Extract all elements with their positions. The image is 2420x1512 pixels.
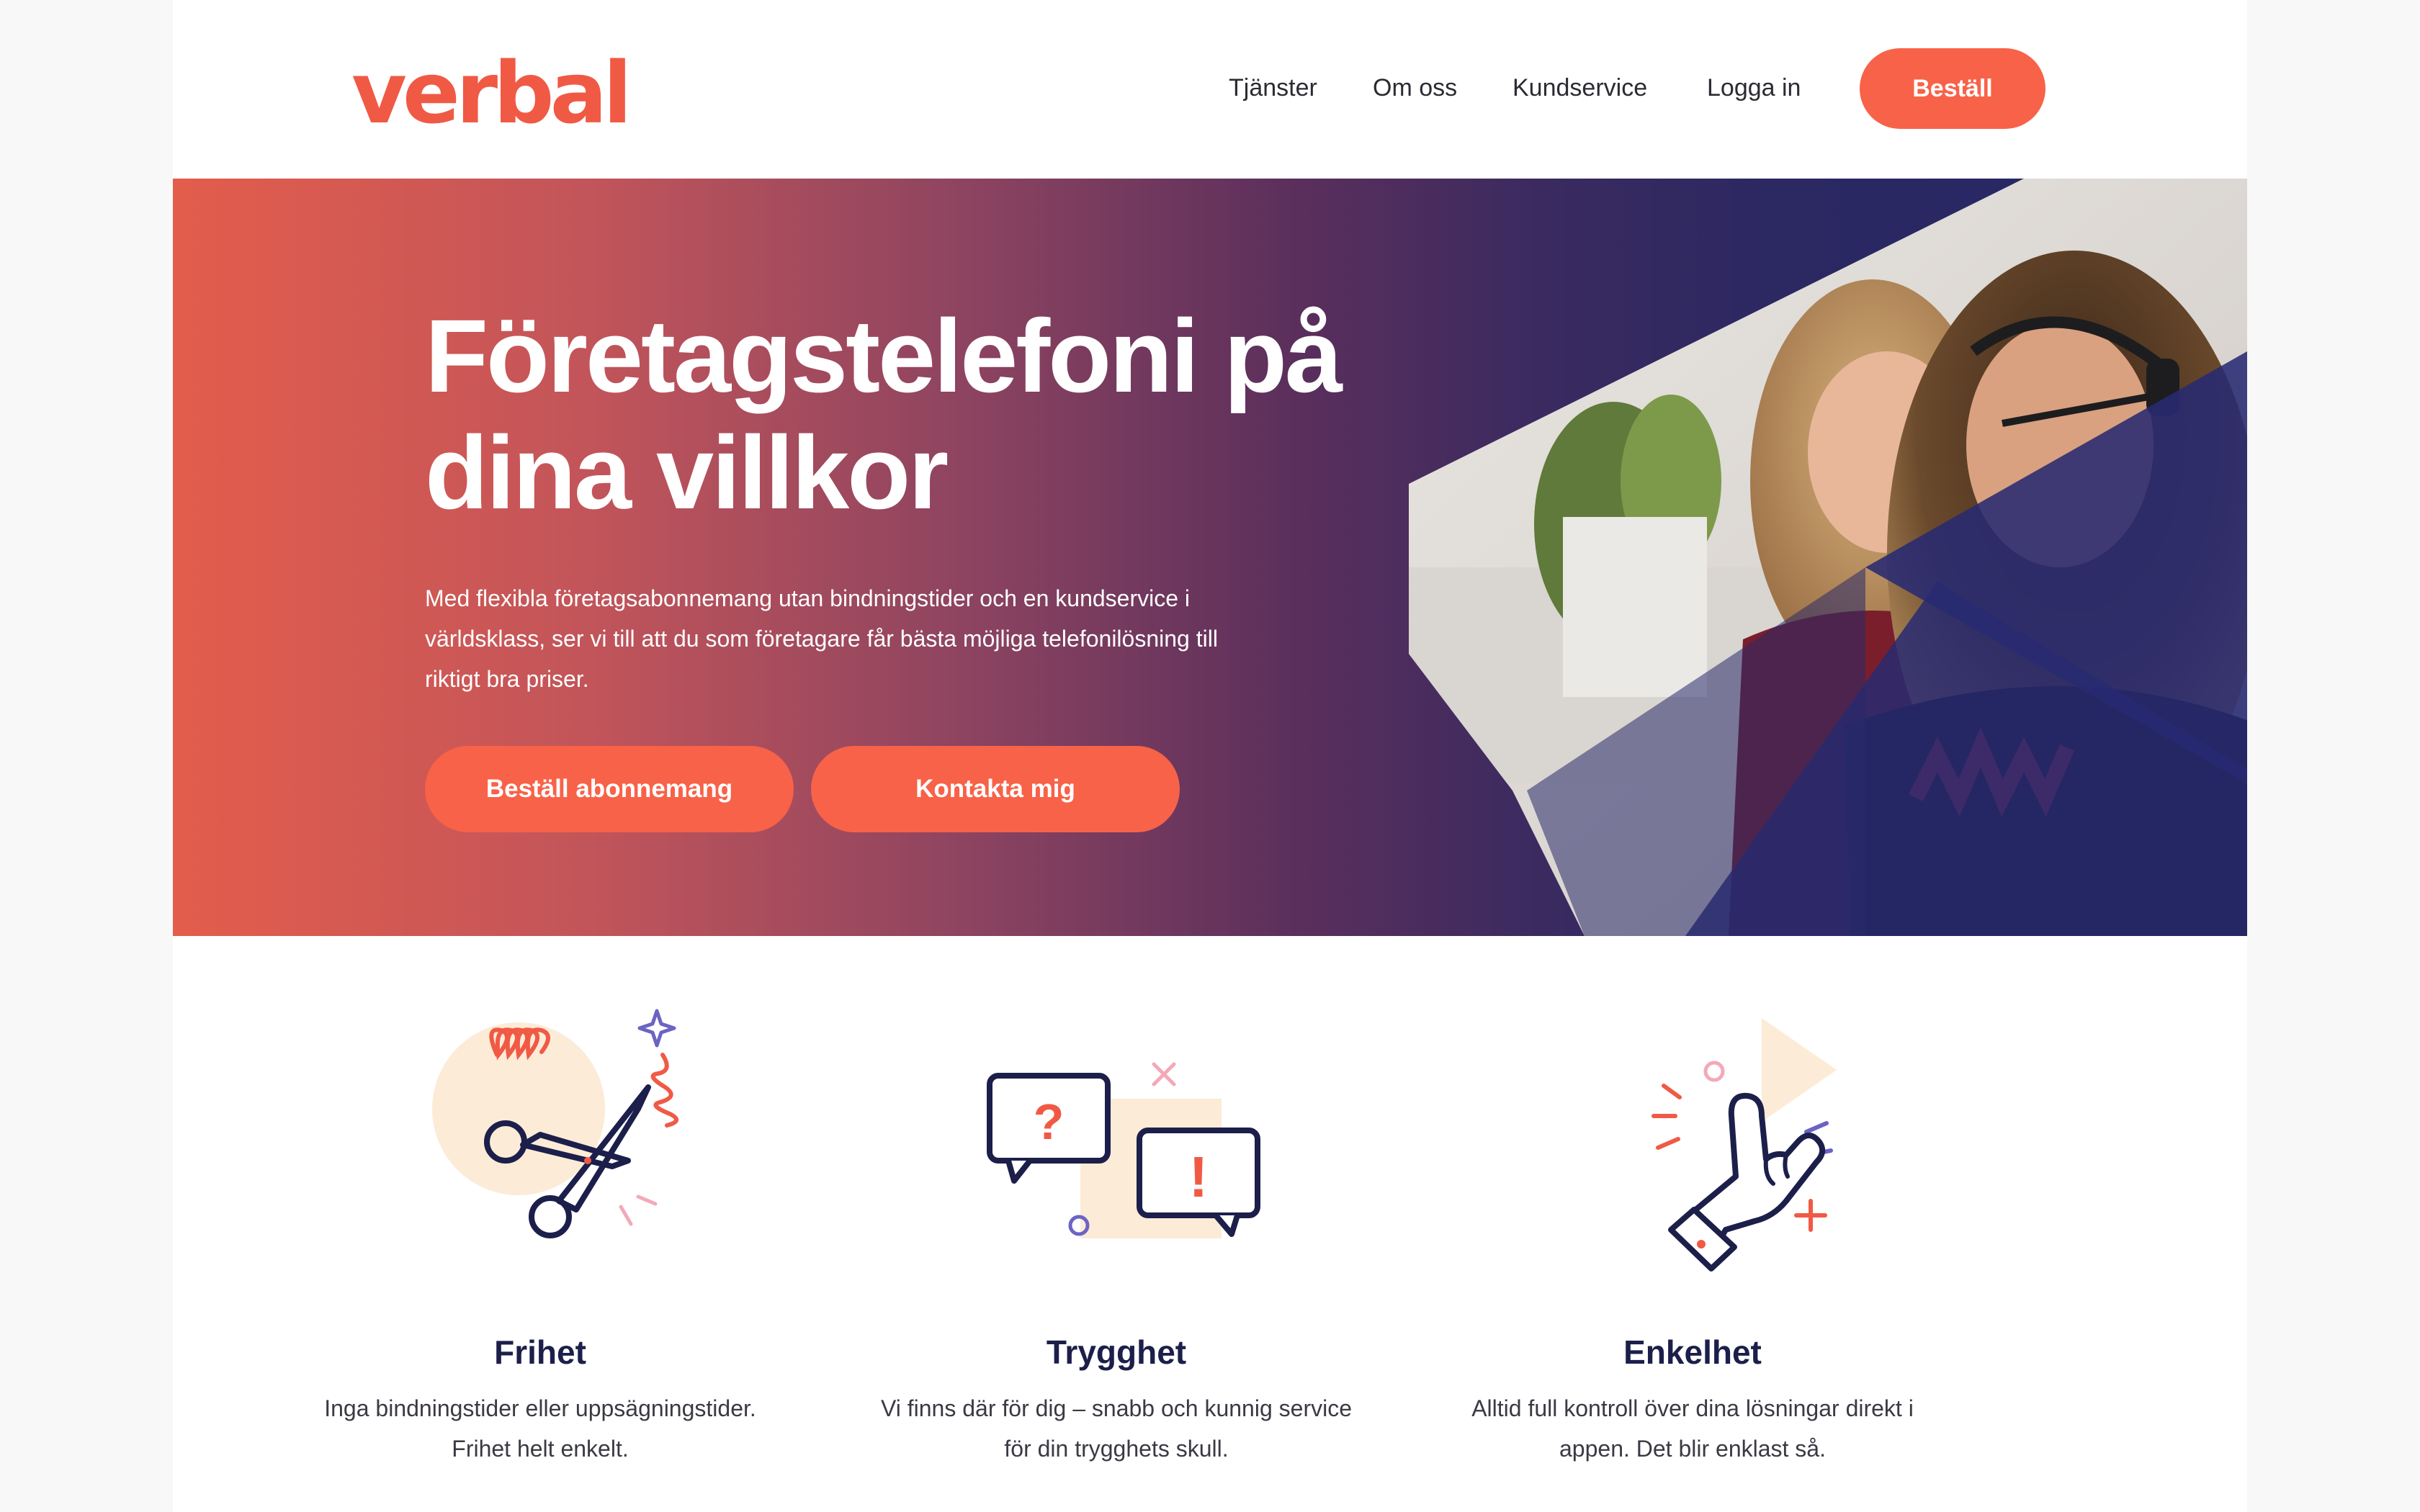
nav-link-tjanster[interactable]: Tjänster xyxy=(1229,69,1317,107)
feature-text-frihet-line-2: Frihet helt enkelt. xyxy=(452,1436,629,1462)
order-subscription-button[interactable]: Beställ abonnemang xyxy=(425,746,794,832)
feature-title-frihet: Frihet xyxy=(494,1333,586,1371)
hero-description: Med flexibla företagsabonnemang utan bin… xyxy=(425,578,1325,699)
svg-text:?: ? xyxy=(1034,1094,1065,1150)
feature-title-trygghet: Trygghet xyxy=(1046,1333,1187,1371)
hero-banner: Företagstelefoni på dina villkor Med fle… xyxy=(173,179,2247,936)
hero-title-line-2: dina villkor xyxy=(425,415,949,531)
feature-text-enkelhet-line-1: Alltid full kontroll över dina lösningar… xyxy=(1471,1395,1914,1421)
feature-text-enkelhet: Alltid full kontroll över dina lösningar… xyxy=(1426,1388,1959,1469)
feature-trygghet: ? ! Trygghet Vi finns där för dig – snab… xyxy=(850,1001,1383,1490)
contact-me-button[interactable]: Kontakta mig xyxy=(811,746,1180,832)
hero-description-line-3: riktigt bra priser. xyxy=(425,666,589,692)
feature-enkelhet: Enkelhet Alltid full kontroll över dina … xyxy=(1426,1001,1959,1490)
feature-text-frihet: Inga bindningstider eller uppsägningstid… xyxy=(274,1388,807,1469)
feature-text-trygghet-line-1: Vi finns där för dig – snabb och kunnig … xyxy=(880,1395,1352,1421)
hero-description-line-2: världsklass, ser vi till att du som före… xyxy=(425,626,1218,652)
feature-text-frihet-line-1: Inga bindningstider eller uppsägningstid… xyxy=(324,1395,756,1421)
hand-gesture-icon xyxy=(1652,1018,1837,1272)
hero-title: Företagstelefoni på dina villkor xyxy=(425,298,1433,531)
hero-title-line-1: Företagstelefoni på xyxy=(425,298,1343,414)
feature-text-enkelhet-line-2: appen. Det blir enklast så. xyxy=(1559,1436,1826,1462)
feature-title-enkelhet: Enkelhet xyxy=(1623,1333,1762,1371)
page: verbal Tjänster Om oss Kundservice Logga… xyxy=(173,0,2247,1512)
nav-link-kundservice[interactable]: Kundservice xyxy=(1512,69,1647,107)
feature-frihet: Frihet Inga bindningstider eller uppsägn… xyxy=(274,1001,807,1490)
feature-text-trygghet-line-2: för din trygghets skull. xyxy=(1004,1436,1229,1462)
nav-link-logga-in[interactable]: Logga in xyxy=(1707,69,1801,107)
order-button[interactable]: Beställ xyxy=(1860,48,2045,129)
scissors-icon xyxy=(432,1009,678,1238)
chat-bubbles-icon: ? ! xyxy=(987,1062,1260,1238)
feature-text-trygghet: Vi finns där för dig – snabb och kunnig … xyxy=(850,1388,1383,1469)
hero-description-line-1: Med flexibla företagsabonnemang utan bin… xyxy=(425,585,1191,611)
nav-link-om-oss[interactable]: Om oss xyxy=(1373,69,1457,107)
svg-text:!: ! xyxy=(1189,1145,1209,1209)
